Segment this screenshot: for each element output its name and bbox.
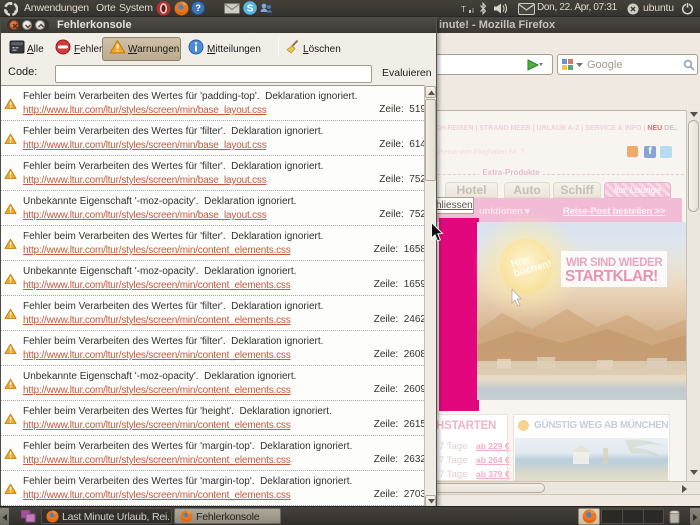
svg-text:T: T [461,5,466,14]
svg-text:?: ? [195,3,200,13]
svg-text:S: S [247,4,254,15]
